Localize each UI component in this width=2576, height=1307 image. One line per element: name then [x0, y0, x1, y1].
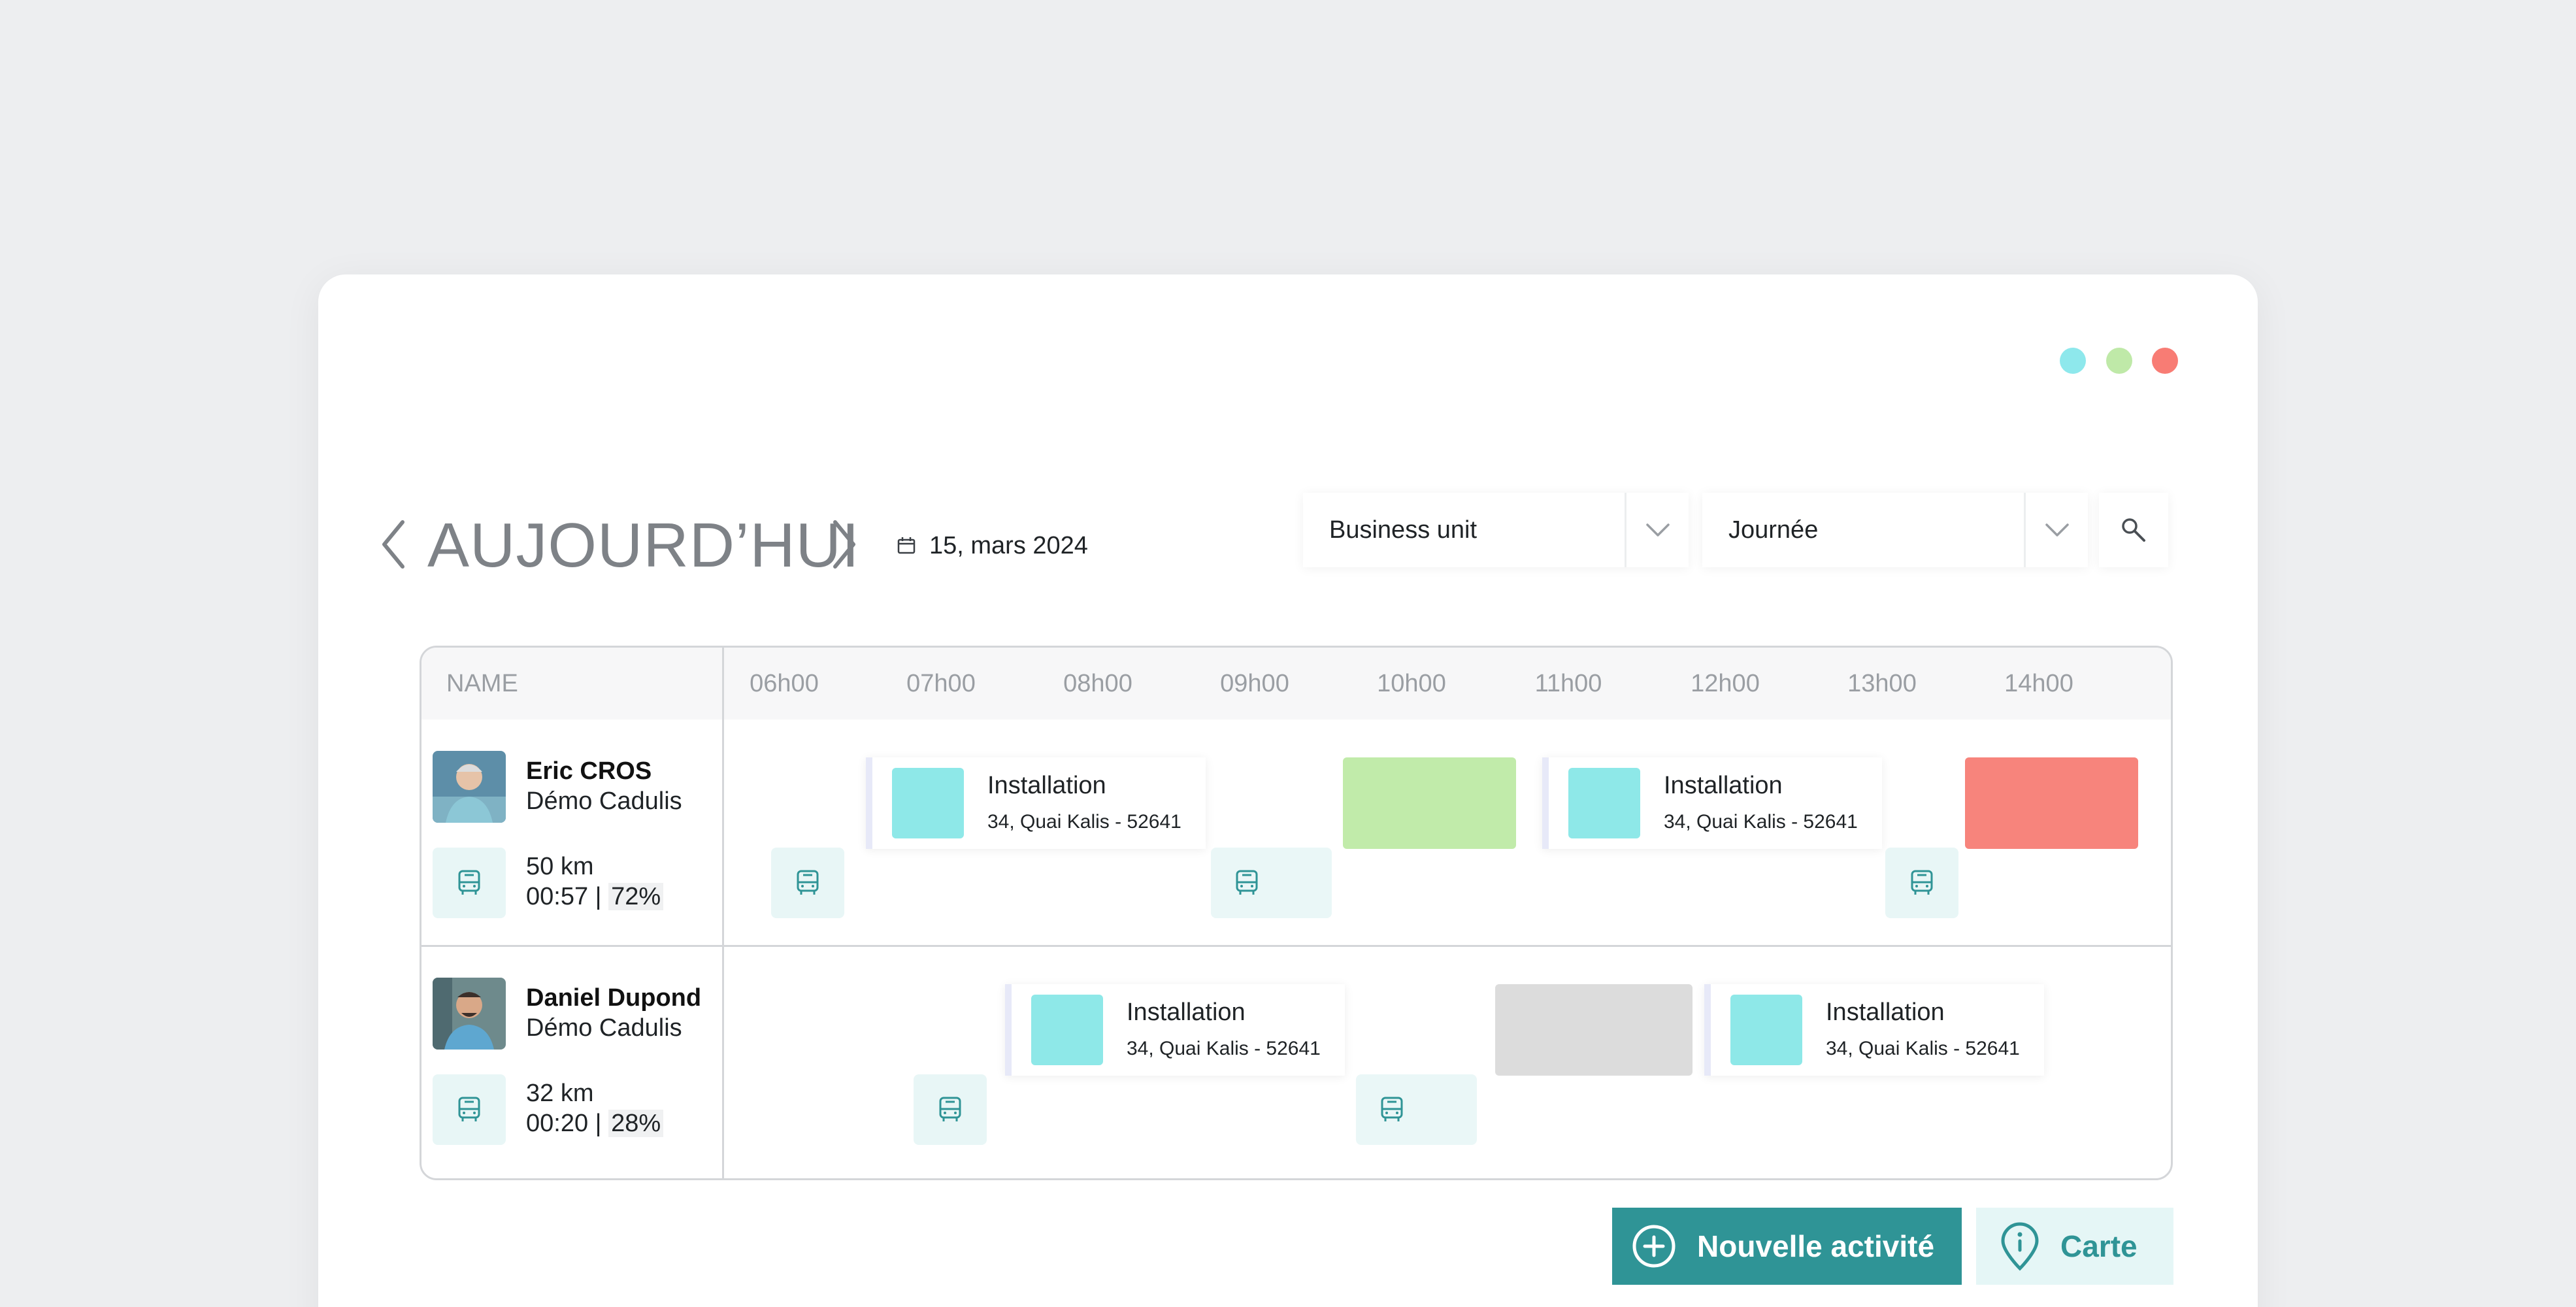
map-button[interactable]: Carte: [1976, 1208, 2173, 1285]
hour-label: 14h00: [2004, 670, 2073, 697]
activity-title: Installation: [1664, 772, 1783, 799]
view-label: Journée: [1728, 516, 1819, 544]
map-pin-info-icon: [2001, 1222, 2039, 1271]
travel-segment[interactable]: [1356, 1074, 1477, 1145]
bus-icon: [1911, 870, 1933, 895]
row-divider: [421, 945, 2171, 947]
travel-duration: 00:20: [526, 1110, 589, 1137]
planning-table: NAME 06h00 07h00 08h00 09h00 10h00 11h00…: [420, 646, 2173, 1180]
page-title: AUJOURD’HUI: [427, 510, 860, 580]
activity-title: Installation: [1127, 999, 1246, 1026]
column-header-name: NAME: [446, 670, 518, 697]
person-organization: Démo Cadulis: [526, 1014, 682, 1042]
bus-icon: [1236, 870, 1258, 895]
travel-duration: 00:57: [526, 883, 589, 910]
activity-address: 34, Quai Kalis - 52641: [987, 811, 1181, 833]
view-select[interactable]: Journée: [1702, 493, 2088, 567]
chevron-right-icon: [833, 520, 855, 569]
table-header: NAME 06h00 07h00 08h00 09h00 10h00 11h00…: [421, 648, 2171, 720]
view-dropdown-toggle[interactable]: [2024, 493, 2088, 567]
travel-segment[interactable]: [914, 1074, 987, 1145]
activity-title: Installation: [1826, 999, 1945, 1026]
activity-address: 34, Quai Kalis - 52641: [1826, 1038, 2020, 1059]
hour-label: 10h00: [1377, 670, 1446, 697]
activity-edge: [1704, 984, 1711, 1076]
travel-distance: 50 km: [526, 853, 594, 880]
activity-address: 34, Quai Kalis - 52641: [1127, 1038, 1321, 1059]
date-value: 15, mars 2024: [929, 531, 1088, 559]
new-activity-button[interactable]: Nouvelle activité: [1612, 1208, 1962, 1285]
person-name[interactable]: Daniel Dupond: [526, 984, 701, 1012]
chevron-left-icon: [382, 520, 405, 569]
hour-label: 06h00: [750, 670, 819, 697]
date-picker[interactable]: 15, mars 2024: [897, 523, 1088, 569]
transport-summary-badge: [433, 1074, 506, 1145]
search-button[interactable]: [2099, 493, 2168, 567]
activity-block-grey[interactable]: [1495, 984, 1693, 1076]
bus-icon: [797, 870, 819, 895]
business-unit-dropdown-toggle[interactable]: [1625, 493, 1689, 567]
hour-label: 11h00: [1534, 670, 1602, 697]
business-unit-label: Business unit: [1329, 516, 1478, 544]
activity-block-green[interactable]: [1343, 757, 1516, 849]
activity-edge: [1542, 757, 1549, 849]
activity-color-swatch: [892, 768, 964, 838]
hour-label: 09h00: [1220, 670, 1289, 697]
avatar[interactable]: [433, 978, 506, 1050]
activity-card[interactable]: Installation 34, Quai Kalis - 52641: [866, 757, 1206, 849]
activity-block-red[interactable]: [1965, 757, 2138, 849]
bus-icon: [458, 870, 480, 895]
travel-time: 00:20 | 28%: [526, 1110, 664, 1138]
window-dot-red[interactable]: [2152, 348, 2178, 374]
previous-day-button[interactable]: [374, 508, 413, 580]
occupancy-ratio: 28%: [608, 1110, 664, 1137]
stat-separator: |: [588, 883, 609, 910]
search-icon: [2122, 518, 2145, 542]
plus-circle-icon: [1632, 1225, 1676, 1268]
window-dot-cyan[interactable]: [2060, 348, 2086, 374]
travel-distance: 32 km: [526, 1080, 594, 1107]
business-unit-select[interactable]: Business unit: [1303, 493, 1689, 567]
activity-edge: [866, 757, 872, 849]
person-organization: Démo Cadulis: [526, 787, 682, 815]
app-window: AUJOURD’HUI 15, mars 2024 Business unit …: [318, 274, 2258, 1307]
hour-label: 12h00: [1691, 670, 1760, 697]
bus-icon: [939, 1097, 961, 1121]
activity-color-swatch: [1568, 768, 1640, 838]
occupancy-ratio: 72%: [608, 883, 664, 910]
activity-color-swatch: [1031, 995, 1103, 1065]
map-label: Carte: [2060, 1229, 2138, 1263]
activity-card[interactable]: Installation 34, Quai Kalis - 52641: [1542, 757, 1882, 849]
travel-segment[interactable]: [771, 848, 844, 918]
travel-time: 00:57 | 72%: [526, 883, 664, 911]
column-divider: [722, 648, 724, 1178]
chevron-down-icon: [2045, 523, 2069, 537]
bus-icon: [458, 1097, 480, 1121]
person-name[interactable]: Eric CROS: [526, 757, 652, 786]
activity-edge: [1005, 984, 1012, 1076]
hour-label: 08h00: [1063, 670, 1132, 697]
person-photo-icon: [433, 751, 506, 823]
travel-segment[interactable]: [1885, 848, 1958, 918]
activity-card[interactable]: Installation 34, Quai Kalis - 52641: [1005, 984, 1345, 1076]
travel-segment[interactable]: [1211, 848, 1332, 918]
person-photo-icon: [433, 978, 506, 1050]
chevron-down-icon: [1645, 523, 1670, 537]
next-day-button[interactable]: [825, 508, 864, 580]
new-activity-label: Nouvelle activité: [1697, 1229, 1935, 1263]
calendar-icon: [897, 537, 916, 554]
stat-separator: |: [588, 1110, 609, 1137]
window-dot-green[interactable]: [2106, 348, 2132, 374]
activity-color-swatch: [1730, 995, 1802, 1065]
hour-label: 07h00: [906, 670, 976, 697]
activity-address: 34, Quai Kalis - 52641: [1664, 811, 1858, 833]
transport-summary-badge: [433, 848, 506, 918]
avatar[interactable]: [433, 751, 506, 823]
activity-title: Installation: [987, 772, 1106, 799]
hour-label: 13h00: [1847, 670, 1917, 697]
activity-card[interactable]: Installation 34, Quai Kalis - 52641: [1704, 984, 2044, 1076]
bus-icon: [1381, 1097, 1403, 1121]
